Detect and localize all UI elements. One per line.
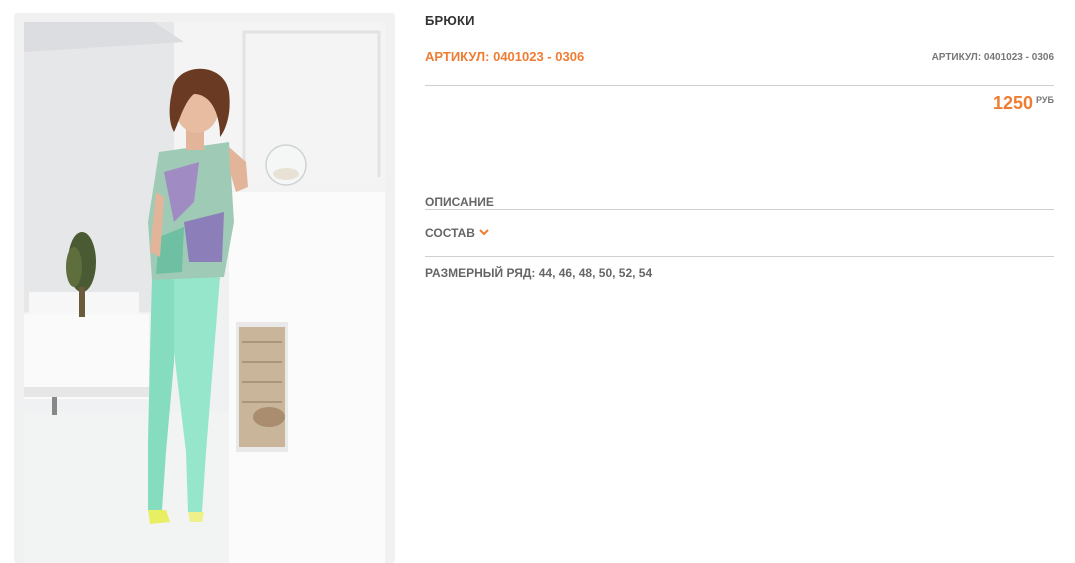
product-photo[interactable] (24, 22, 385, 563)
composition-label: СОСТАВ (425, 226, 475, 240)
chevron-down-icon (479, 225, 489, 239)
divider-description (425, 209, 1054, 210)
price-value: 1250 (993, 93, 1034, 113)
composition-toggle[interactable]: СОСТАВ (425, 225, 489, 240)
divider-composition (425, 256, 1054, 257)
size-range: РАЗМЕРНЫЙ РЯД: 44, 46, 48, 50, 52, 54 (425, 266, 653, 280)
product-title: БРЮКИ (425, 13, 475, 28)
price-currency: РУБ (1036, 95, 1054, 105)
description-heading[interactable]: ОПИСАНИЕ (425, 195, 494, 209)
product-info: БРЮКИ АРТИКУЛ: 0401023 - 0306 АРТИКУЛ: 0… (425, 0, 1054, 563)
product-price: 1250 РУБ (993, 93, 1054, 114)
product-sku-secondary: АРТИКУЛ: 0401023 - 0306 (931, 52, 1054, 63)
divider-top (425, 85, 1054, 86)
product-sku: АРТИКУЛ: 0401023 - 0306 (425, 49, 585, 64)
